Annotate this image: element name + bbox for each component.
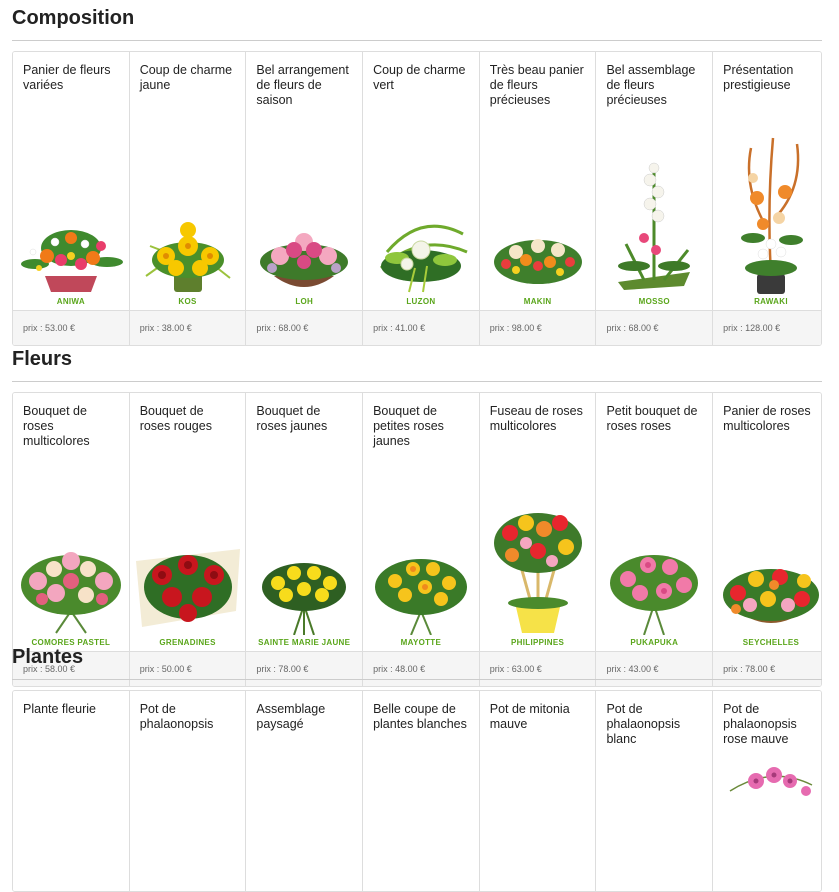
product-title[interactable]: Pot de phalaonopsis blanc [596, 691, 712, 761]
tall-white-arrangement-icon [618, 162, 691, 290]
product-title[interactable]: Coup de charme vert [363, 52, 479, 122]
product-title[interactable]: Assemblage paysagé [246, 691, 362, 761]
product-card[interactable]: Assemblage paysagé [246, 691, 364, 891]
product-title[interactable]: Pot de phalaonopsis rose mauve [713, 691, 821, 761]
product-title[interactable]: Coup de charme jaune [130, 52, 246, 122]
green-arrangement-icon [379, 224, 468, 293]
product-card[interactable]: Coup de charme vert LUZON prix : 41.00 € [363, 52, 480, 345]
product-image[interactable] [713, 761, 821, 801]
product-title[interactable]: Panier de roses multicolores [713, 393, 821, 463]
product-name: LUZON [406, 297, 436, 306]
product-title[interactable]: Présentation prestigieuse [713, 52, 821, 122]
product-card[interactable]: Belle coupe de plantes blanches [363, 691, 480, 891]
product-image[interactable]: MOSSO [596, 122, 712, 310]
product-image[interactable]: LOH [246, 122, 362, 310]
product-grid: Plante fleurie Pot de phalaonopsis Assem… [12, 690, 822, 892]
section-title: Fleurs [12, 348, 73, 370]
product-title[interactable]: Bel assemblage de fleurs précieuses [596, 52, 712, 122]
product-title[interactable]: Très beau panier de fleurs précieuses [480, 52, 596, 122]
product-name: MOSSO [638, 297, 670, 306]
pink-roses-icon [610, 555, 699, 635]
product-price: prix : 128.00 € [713, 310, 821, 345]
product-card[interactable]: Très beau panier de fleurs précieuses MA… [479, 52, 597, 345]
product-title[interactable]: Bouquet de roses rouges [130, 393, 246, 463]
roses-in-pot-icon [493, 513, 582, 633]
product-image[interactable]: SAINTE MARIE JAUNE [246, 463, 362, 651]
product-image[interactable]: MAKIN [480, 122, 596, 310]
yellow-bouquet-icon [144, 222, 231, 292]
product-title[interactable]: Bel arrangement de fleurs de saison [246, 52, 362, 122]
product-image[interactable]: GRENADINES [130, 463, 246, 651]
product-title[interactable]: Bouquet de petites roses jaunes [363, 393, 479, 463]
section-divider [12, 679, 822, 680]
product-title[interactable]: Bouquet de roses multicolores [13, 393, 129, 463]
pastel-roses-icon [20, 552, 121, 634]
section-title: Composition [12, 7, 135, 29]
yellow-roses-icon [262, 563, 347, 635]
product-card[interactable]: Coup de charme jaune KOS prix : 38.00 € [129, 52, 247, 345]
product-title[interactable]: Bouquet de roses jaunes [246, 393, 362, 463]
product-price: prix : 68.00 € [596, 310, 713, 345]
product-title[interactable]: Belle coupe de plantes blanches [363, 691, 479, 761]
product-title[interactable]: Pot de mitonia mauve [480, 691, 596, 761]
pink-arrangement-icon [260, 233, 349, 287]
tall-orange-arrangement-icon [740, 137, 803, 294]
product-card[interactable]: Pot de mitonia mauve [479, 691, 597, 891]
product-name: LOH [295, 297, 314, 306]
product-card[interactable]: Pot de phalaonopsis blanc [596, 691, 714, 891]
product-title[interactable]: Plante fleurie [13, 691, 129, 761]
product-name: KOS [178, 297, 197, 306]
product-price: prix : 98.00 € [479, 310, 596, 345]
product-title[interactable]: Petit bouquet de roses roses [596, 393, 712, 463]
product-card[interactable]: Pot de phalaonopsis rose mauve [713, 691, 821, 891]
product-price: prix : 38.00 € [129, 310, 246, 345]
small-yellow-roses-icon [374, 559, 467, 635]
section-title: Plantes [12, 646, 84, 668]
product-image[interactable]: LUZON [363, 122, 479, 310]
product-card[interactable]: Présentation prestigieuse RAWAKI prix : … [713, 52, 821, 345]
section-fleurs: Fleurs Bouquet de roses multicolores COM… [12, 345, 822, 687]
section-divider [12, 381, 822, 382]
product-card[interactable]: Bel arrangement de fleurs de saison LOH … [246, 52, 364, 345]
product-card[interactable]: Plante fleurie [13, 691, 130, 891]
product-image[interactable]: COMORES PASTEL [13, 463, 129, 651]
product-title[interactable]: Panier de fleurs variées [13, 52, 129, 122]
product-price: prix : 41.00 € [363, 310, 479, 345]
product-title[interactable]: Fuseau de roses multicolores [480, 393, 596, 463]
product-image[interactable]: KOS [130, 122, 246, 310]
section-plantes: Plantes Plante fleurie Pot de phalaonops… [12, 643, 822, 892]
product-name: ANIWA [56, 297, 85, 306]
product-grid: Panier de fleurs variées ANIWA prix : 53… [12, 51, 822, 346]
section-divider [12, 40, 822, 41]
product-image[interactable]: ANIWA [13, 122, 129, 310]
product-name: MAKIN [523, 297, 552, 306]
product-card[interactable]: Panier de fleurs variées ANIWA prix : 53… [13, 52, 130, 345]
product-image[interactable]: MAYOTTE [363, 463, 479, 651]
product-image[interactable]: SEYCHELLES [713, 463, 821, 651]
product-image[interactable]: PUKAPUKA [596, 463, 712, 651]
roses-basket-icon [722, 569, 819, 623]
mixed-flower-basket-icon [20, 230, 123, 292]
product-price: prix : 68.00 € [246, 310, 363, 345]
colorful-basket-icon [493, 239, 582, 284]
section-composition: Composition Panier de fleurs variées ANI… [12, 4, 822, 346]
product-price: prix : 53.00 € [13, 310, 129, 345]
product-title[interactable]: Pot de phalaonopsis [130, 691, 246, 761]
orchid-icon [729, 767, 813, 796]
product-card[interactable]: Bel assemblage de fleurs précieuses MOSS… [596, 52, 714, 345]
product-name: RAWAKI [754, 297, 788, 306]
product-image[interactable]: RAWAKI [713, 122, 821, 310]
red-roses-icon [135, 549, 240, 627]
product-image[interactable]: PHILIPPINES [480, 463, 596, 651]
product-card[interactable]: Pot de phalaonopsis [129, 691, 247, 891]
